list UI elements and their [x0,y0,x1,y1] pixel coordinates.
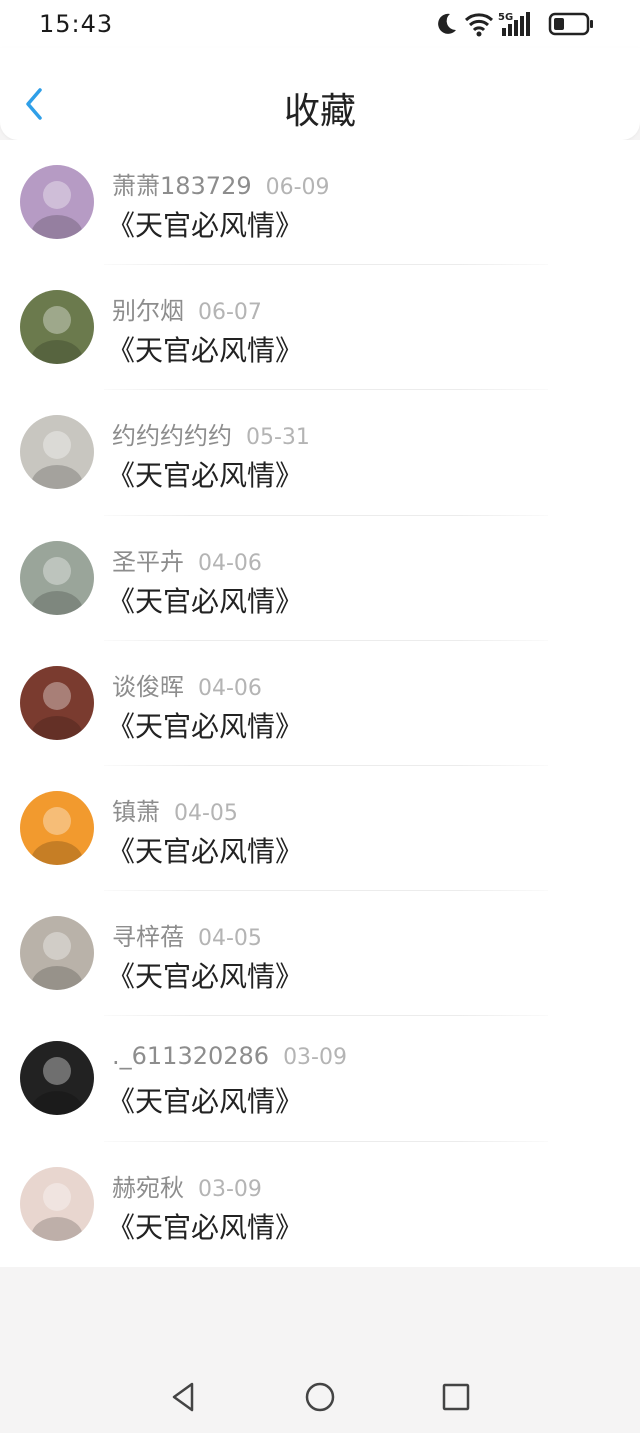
status-bar: 15:43 5G [0,0,640,48]
item-content[interactable]: 《天官必风情》 [107,955,303,995]
item-meta: 谈俊晖 04-06 [112,667,262,702]
back-triangle-icon [172,1382,194,1412]
favorite-list-item[interactable]: 萧萧183729 06-09 《天官必风情》 [0,140,640,266]
item-meta: 赫宛秋 03-09 [112,1168,262,1203]
item-content[interactable]: 《天官必风情》 [107,204,303,244]
item-date: 06-09 [265,175,330,200]
nav-recents-button[interactable] [440,1381,472,1413]
avatar[interactable] [20,665,94,740]
favorite-list-item[interactable]: 谈俊晖 04-06 《天官必风情》 [0,641,640,766]
header: 收藏 [0,48,640,140]
favorite-list-item[interactable]: 别尔烟 06-07 《天官必风情》 [0,265,640,391]
item-date: 05-31 [246,425,310,451]
favorite-list-item[interactable]: 镇萧 04-05 《天官必风情》 [0,766,640,892]
wifi-icon [464,13,494,37]
favorite-list-item[interactable]: 赫宛秋 03-09 《天官必风情》 [0,1142,640,1267]
item-content[interactable]: 《天官必风情》 [107,454,303,494]
item-meta: 约约约约约 05-31 [112,416,310,451]
item-meta: 萧萧183729 06-09 [112,166,330,201]
item-meta: 镇萧 04-05 [112,792,238,827]
item-date: 03-09 [283,1045,347,1071]
item-content[interactable]: 《天官必风情》 [107,1206,303,1246]
item-content[interactable]: 《天官必风情》 [107,329,303,369]
nav-back-button[interactable] [168,1381,200,1413]
username[interactable]: 圣平卉 [112,548,184,576]
item-meta: ._611320286 03-09 [112,1042,347,1070]
navigation-bar [0,1361,640,1433]
username[interactable]: ._611320286 [112,1042,269,1070]
item-content[interactable]: 《天官必风情》 [107,1080,303,1120]
favorite-list-item[interactable]: 寻梓蓓 04-05 《天官必风情》 [0,891,640,1017]
favorite-list-item[interactable]: 约约约约约 05-31 《天官必风情》 [0,390,640,516]
nav-home-button[interactable] [304,1381,336,1413]
item-meta: 圣平卉 04-06 [112,542,262,577]
username[interactable]: 寻梓蓓 [112,923,184,951]
item-content[interactable]: 《天官必风情》 [107,705,303,745]
screen: 15:43 5G 收藏 萧萧183729 06-09 《天官必风情》 别尔烟 0… [0,0,640,1433]
svg-text:5G: 5G [498,12,513,23]
item-content[interactable]: 《天官必风情》 [107,580,303,620]
item-meta: 寻梓蓓 04-05 [112,917,262,952]
avatar[interactable] [20,415,94,490]
item-date: 04-06 [198,550,262,576]
signal-5g-icon: 5G [498,12,530,36]
home-circle-icon [305,1382,335,1412]
username[interactable]: 萧萧183729 [112,172,252,200]
item-content[interactable]: 《天官必风情》 [107,830,303,870]
avatar[interactable] [20,165,94,239]
item-date: 03-09 [198,1176,262,1202]
avatar[interactable] [20,1166,94,1241]
item-meta: 别尔烟 06-07 [112,291,262,326]
battery-icon [548,12,593,36]
avatar[interactable] [20,916,94,991]
favorites-list: 萧萧183729 06-09 《天官必风情》 别尔烟 06-07 《天官必风情》 约约约约约… [0,140,640,1267]
status-icons: 5G [434,10,604,38]
avatar[interactable] [20,540,94,615]
page-title: 收藏 [283,91,356,132]
item-date: 04-05 [174,800,238,826]
username[interactable]: 别尔烟 [112,297,184,325]
favorite-list-item[interactable]: ._611320286 03-09 《天官必风情》 [0,1016,640,1142]
username[interactable]: 约约约约约 [112,422,232,450]
recents-square-icon [442,1383,470,1411]
item-date: 04-06 [198,675,262,701]
avatar[interactable] [20,290,94,365]
item-date: 04-05 [198,926,262,952]
favorite-list-item[interactable]: 圣平卉 04-06 《天官必风情》 [0,516,640,641]
username[interactable]: 谈俊晖 [112,673,184,701]
avatar[interactable] [20,1041,94,1116]
moon-icon [438,13,456,34]
username[interactable]: 镇萧 [112,798,160,826]
item-date: 06-07 [198,300,262,326]
avatar[interactable] [20,790,94,865]
status-time: 15:43 [39,10,114,38]
username[interactable]: 赫宛秋 [112,1174,184,1202]
